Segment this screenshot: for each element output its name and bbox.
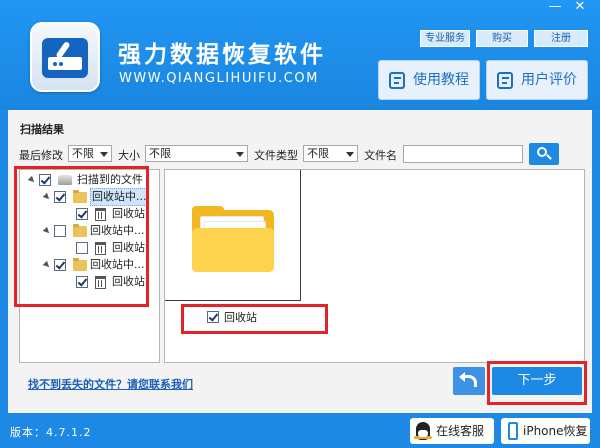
minimize-button[interactable]: —	[544, 0, 566, 16]
filename-filter-label: 文件名	[364, 149, 397, 162]
tutorial-button[interactable]: 使用教程	[378, 60, 480, 100]
chevron-down-icon	[236, 152, 244, 157]
modified-filter-label: 最后修改	[19, 149, 63, 162]
scan-results-title: 扫描结果	[20, 123, 64, 136]
type-filter-value: 不限	[307, 147, 329, 160]
highlight-box-next	[487, 361, 587, 405]
version-label: 版本：4.7.1.2	[10, 426, 92, 439]
chevron-down-icon	[346, 152, 354, 157]
size-filter-select[interactable]: 不限	[145, 145, 248, 162]
app-title: 强力数据恢复软件	[118, 42, 326, 68]
pro-service-link[interactable]: 专业服务	[420, 30, 470, 47]
book-icon	[389, 72, 405, 89]
online-service-label: 在线客服	[436, 424, 485, 438]
highlight-box-tree	[14, 166, 149, 307]
type-filter-label: 文件类型	[254, 149, 298, 162]
file-tile[interactable]	[165, 170, 301, 301]
comment-icon	[497, 72, 513, 89]
iphone-recovery-label: iPhone恢复	[523, 424, 588, 438]
search-button[interactable]	[529, 143, 559, 165]
app-logo	[30, 22, 100, 92]
user-reviews-button[interactable]: 用户评价	[486, 60, 588, 100]
app-url: WWW.QIANGLIHUIFU.COM	[119, 71, 319, 86]
folder-icon	[192, 206, 274, 272]
type-filter-select[interactable]: 不限	[303, 145, 358, 162]
contact-us-link[interactable]: 找不到丢失的文件？请您联系我们	[28, 376, 193, 392]
chevron-down-icon	[100, 152, 108, 157]
app-header: — ✕ 强力数据恢复软件 WWW.QIANGLIHUIFU.COM 专业服务 购…	[0, 0, 600, 110]
user-reviews-label: 用户评价	[521, 72, 577, 88]
size-filter-label: 大小	[118, 149, 140, 162]
phone-icon	[508, 422, 518, 440]
highlight-box-item	[181, 304, 328, 334]
size-filter-value: 不限	[149, 147, 171, 160]
iphone-recovery-button[interactable]: iPhone恢复	[501, 418, 590, 444]
tutorial-label: 使用教程	[413, 72, 469, 88]
close-button[interactable]: ✕	[569, 0, 591, 16]
qq-icon	[414, 422, 432, 440]
modified-filter-select[interactable]: 不限	[68, 145, 112, 162]
back-button[interactable]	[453, 367, 485, 395]
register-link[interactable]: 注册	[534, 30, 588, 47]
filename-input[interactable]	[403, 145, 523, 163]
hard-drive-icon	[42, 38, 88, 78]
modified-filter-value: 不限	[72, 147, 94, 160]
buy-link[interactable]: 购买	[476, 30, 528, 47]
online-service-button[interactable]: 在线客服	[410, 418, 494, 444]
